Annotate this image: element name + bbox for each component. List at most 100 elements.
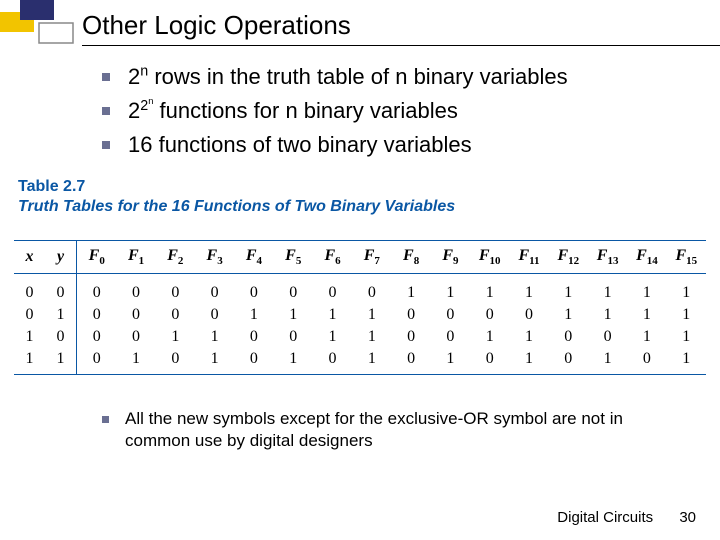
table-cell: 1	[14, 348, 45, 375]
table-cell: 1	[549, 274, 588, 305]
square-bullet-icon	[102, 141, 110, 149]
table-cell: 0	[156, 274, 195, 305]
slide-title: Other Logic Operations	[82, 10, 700, 41]
table-row: 100011001100110011	[14, 326, 706, 348]
col-header-fn: F13	[588, 241, 627, 274]
table-cell: 1	[352, 304, 391, 326]
table-cell: 0	[274, 326, 313, 348]
bullet-text: 22n functions for n binary variables	[128, 96, 458, 126]
table-cell: 0	[14, 274, 45, 305]
table-cell: 1	[195, 326, 234, 348]
col-header-fn: F2	[156, 241, 195, 274]
bullet-list: 2n rows in the truth table of n binary v…	[102, 62, 690, 164]
table-cell: 0	[549, 326, 588, 348]
square-bullet-icon	[102, 73, 110, 81]
table-cell: 0	[470, 304, 509, 326]
footnote-block: All the new symbols except for the exclu…	[102, 408, 680, 452]
table-cell: 1	[313, 326, 352, 348]
table-cell: 1	[234, 304, 273, 326]
table-cell: 0	[313, 274, 352, 305]
table-row: 010000111100001111	[14, 304, 706, 326]
table-cell: 1	[667, 274, 706, 305]
table-cell: 0	[352, 274, 391, 305]
slide-footer: Digital Circuits 30	[557, 509, 696, 526]
col-header-fn: F9	[431, 241, 470, 274]
table-cell: 0	[588, 326, 627, 348]
table-cell: 1	[588, 304, 627, 326]
table-cell: 1	[274, 348, 313, 375]
col-header-fn: F3	[195, 241, 234, 274]
table-cell: 1	[470, 274, 509, 305]
col-header-fn: F14	[627, 241, 666, 274]
square-bullet-icon	[102, 416, 109, 423]
table-cell: 0	[77, 304, 117, 326]
col-header-fn: F0	[77, 241, 117, 274]
footer-page-number: 30	[679, 509, 696, 526]
table-caption: Table 2.7 Truth Tables for the 16 Functi…	[18, 178, 455, 216]
table-cell: 0	[77, 348, 117, 375]
table-cell: 0	[391, 304, 430, 326]
table-cell: 0	[274, 274, 313, 305]
table-cell: 1	[667, 326, 706, 348]
footnote-text: All the new symbols except for the exclu…	[125, 408, 680, 452]
table-cell: 0	[313, 348, 352, 375]
col-header-y: y	[45, 241, 77, 274]
col-header-fn: F15	[667, 241, 706, 274]
table-cell: 1	[627, 304, 666, 326]
table-cell: 0	[14, 304, 45, 326]
col-header-fn: F1	[116, 241, 155, 274]
table-cell: 1	[470, 326, 509, 348]
table-cell: 1	[667, 304, 706, 326]
table-title: Truth Tables for the 16 Functions of Two…	[18, 198, 455, 215]
table-cell: 1	[45, 348, 77, 375]
table-cell: 0	[116, 304, 155, 326]
col-header-fn: F5	[274, 241, 313, 274]
table-cell: 1	[588, 274, 627, 305]
col-header-fn: F8	[391, 241, 430, 274]
table-cell: 0	[431, 304, 470, 326]
table-cell: 1	[116, 348, 155, 375]
table-cell: 1	[352, 348, 391, 375]
table-cell: 1	[274, 304, 313, 326]
table-cell: 0	[234, 274, 273, 305]
table-cell: 1	[156, 326, 195, 348]
table-cell: 0	[156, 348, 195, 375]
col-header-fn: F4	[234, 241, 273, 274]
corner-decoration	[0, 0, 80, 60]
table-cell: 0	[470, 348, 509, 375]
table-cell: 0	[549, 348, 588, 375]
table-cell: 0	[156, 304, 195, 326]
truth-table: xyF0F1F2F3F4F5F6F7F8F9F10F11F12F13F14F15…	[14, 240, 706, 375]
table-cell: 1	[352, 326, 391, 348]
footer-course: Digital Circuits	[557, 509, 653, 526]
bullet-item: 2n rows in the truth table of n binary v…	[102, 62, 690, 92]
col-header-fn: F10	[470, 241, 509, 274]
bullet-text: 2n rows in the truth table of n binary v…	[128, 62, 568, 92]
table-cell: 0	[45, 274, 77, 305]
table-number: Table 2.7	[18, 178, 455, 196]
table-cell: 0	[195, 274, 234, 305]
table-cell: 0	[431, 326, 470, 348]
table-cell: 1	[391, 274, 430, 305]
table-cell: 1	[627, 274, 666, 305]
table-row: 000000000011111111	[14, 274, 706, 305]
table-cell: 0	[234, 326, 273, 348]
table-cell: 0	[509, 304, 548, 326]
table-cell: 0	[77, 326, 117, 348]
table-cell: 1	[313, 304, 352, 326]
table-cell: 0	[45, 326, 77, 348]
title-underline	[82, 45, 720, 46]
square-bullet-icon	[102, 107, 110, 115]
table-cell: 1	[431, 348, 470, 375]
table-cell: 0	[391, 326, 430, 348]
col-header-x: x	[14, 241, 45, 274]
table-cell: 1	[588, 348, 627, 375]
table-cell: 1	[509, 348, 548, 375]
col-header-fn: F11	[509, 241, 548, 274]
table-cell: 1	[431, 274, 470, 305]
table-cell: 0	[627, 348, 666, 375]
table-cell: 1	[667, 348, 706, 375]
table-cell: 0	[234, 348, 273, 375]
table-row: 110101010101010101	[14, 348, 706, 375]
table-cell: 1	[627, 326, 666, 348]
